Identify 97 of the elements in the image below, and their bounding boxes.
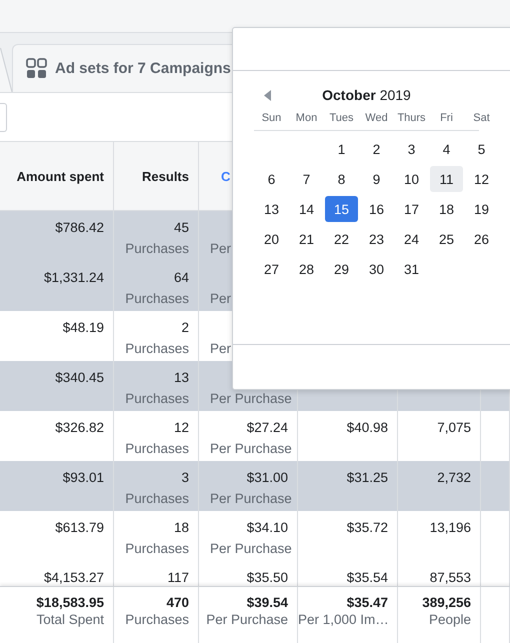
calendar-day[interactable]: 2 [360,136,393,162]
cell-value: 45 [174,220,189,235]
cell-value: $93.01 [62,470,104,485]
cell-caption: Purchases [125,241,189,256]
calendar-day[interactable]: 16 [360,196,393,222]
cell-value: $35.54 [346,570,388,585]
calendar-day[interactable]: 23 [360,226,393,252]
cell-value: $27.24 [246,420,288,435]
cell-value: 13 [174,370,189,385]
total-value: 470 [166,595,189,610]
weekday-label: Wed [364,111,389,126]
calendar-day[interactable]: 12 [465,166,498,192]
cell-caption: Per [210,291,232,306]
weekday-label: Mon [294,111,318,126]
cell-value: 117 [167,570,189,585]
cell-caption: Purchases [125,391,189,406]
cell-value: $1,331.24 [44,270,104,285]
calendar-day[interactable]: 5 [465,136,498,162]
cell-caption: Per Purchase [210,541,292,556]
calendar-day[interactable]: 10 [395,166,428,192]
calendar-day[interactable]: 13 [255,196,288,222]
cell-value: $340.45 [55,370,104,385]
calendar-day[interactable]: 3 [395,136,428,162]
cell-value: 3 [181,470,189,485]
cell-caption: Purchases [125,541,189,556]
cell-value: $4,153.27 [44,570,104,585]
calendar-day[interactable]: 29 [325,256,358,282]
total-value: $39.54 [246,595,288,610]
cell-value: 2,732 [437,470,471,485]
cell-caption: Per [210,241,232,256]
cell-value: 7,075 [437,420,471,435]
cell-value: 87,553 [430,570,471,585]
cell-value: $35.72 [346,520,388,535]
cell-caption: Per Purchase [210,441,292,456]
total-caption: Per 1,000 Im… [298,612,389,627]
calendar-day[interactable]: 4 [430,136,463,162]
total-caption: Total Spent [36,612,104,627]
cell-value: $34.10 [246,520,288,535]
cell-value: $48.19 [62,320,104,335]
cell-value: 12 [174,420,189,435]
cell-value: 2 [181,320,189,335]
cell-value: $786.42 [55,220,104,235]
cell-value: $31.00 [246,470,288,485]
total-value: $35.47 [346,595,388,610]
calendar-day[interactable]: 22 [325,226,358,252]
cell-value: 13,196 [430,520,471,535]
calendar-day[interactable]: 17 [395,196,428,222]
column-header: Amount spent [16,168,104,184]
calendar-day[interactable]: 28 [290,256,323,282]
calendar-day[interactable]: 19 [465,196,498,222]
calendar-day[interactable]: 30 [360,256,393,282]
calendar-day[interactable]: 9 [360,166,393,192]
input-field[interactable] [0,103,7,132]
total-caption: People [428,612,471,627]
cell-caption: Per Purchase [210,391,292,406]
previous-month-icon[interactable] [264,90,271,101]
calendar-day[interactable]: 7 [290,166,323,192]
calendar-day[interactable]: 20 [255,226,288,252]
weekday-label: Sat [472,111,491,126]
calendar-day[interactable]: 14 [290,196,323,222]
weekday-label: Thurs [396,111,427,126]
calendar-day[interactable]: 6 [255,166,288,192]
calendar-day[interactable]: 26 [465,226,498,252]
calendar-day[interactable]: 1 [325,136,358,162]
cell-caption: Per Purchase [210,491,292,506]
grid-icon [26,58,47,79]
cell-caption: Purchases [125,341,189,356]
cell-value: $35.50 [246,570,288,585]
total-value: $18,583.95 [36,595,104,610]
month-title: October 2019 [322,87,411,103]
calendar-day[interactable]: 24 [395,226,428,252]
cell-caption: Purchases [125,291,189,306]
calendar-day[interactable]: 21 [290,226,323,252]
weekday-label: Tues [328,111,355,126]
weekday-label: Sun [260,111,282,126]
cell-caption: Purchases [125,491,189,506]
cell-value: 18 [174,520,189,535]
table-row[interactable]: $93.01 3 Purchases $31.00 Per Purchase $31.25 2,732 [0,461,510,511]
calendar-day[interactable]: 27 [255,256,288,282]
cell-caption: Per [210,341,232,356]
cell-value: 64 [174,270,189,285]
cell-value: $31.25 [346,470,388,485]
column-header: Results [142,168,189,184]
weekday-label: Fri [439,111,454,126]
cell-value: $40.98 [346,420,388,435]
total-caption: Purchases [125,612,189,627]
total-caption: Per Purchase [206,612,288,627]
calendar-day[interactable]: 18 [430,196,463,222]
total-value: 389,256 [422,595,471,610]
calendar-day[interactable]: 31 [395,256,428,282]
calendar-day[interactable]: 8 [325,166,358,192]
calendar-day[interactable]: 11 [430,166,463,192]
cell-caption: Purchases [125,441,189,456]
cell-value: $326.82 [55,420,104,435]
calendar-day[interactable]: 15 [325,196,358,222]
cell-value: $613.79 [55,520,104,535]
calendar-day[interactable]: 25 [430,226,463,252]
